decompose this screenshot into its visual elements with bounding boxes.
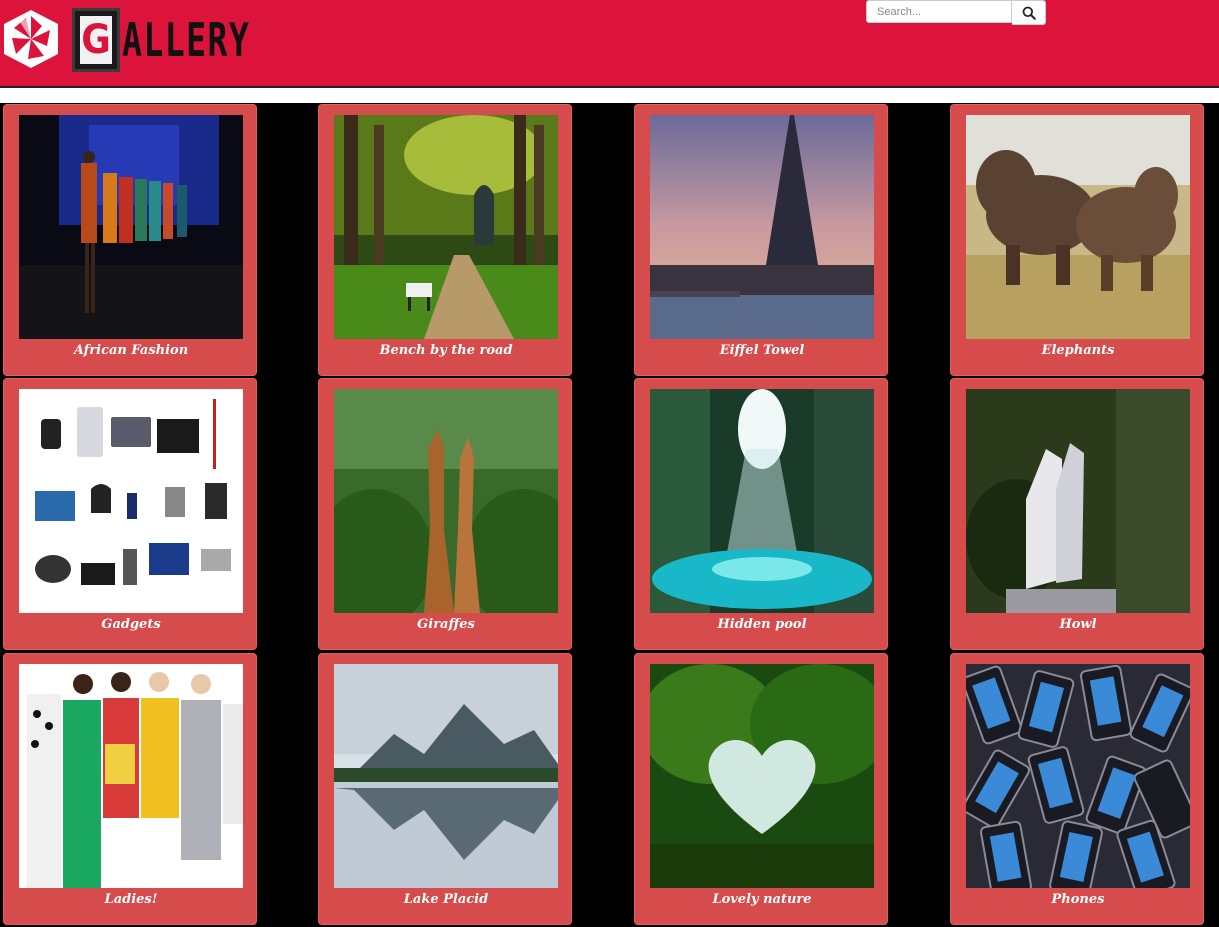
image-caption: Bench by the road	[379, 343, 513, 358]
thumbnail-image[interactable]	[334, 664, 558, 888]
logo-frame: G	[72, 8, 120, 72]
image-caption: Elephants	[1041, 343, 1115, 358]
gallery-card[interactable]: African Fashion	[3, 104, 257, 376]
image-caption: Gadgets	[101, 617, 161, 632]
gallery-card[interactable]: Bench by the road	[318, 104, 572, 376]
logo-letter: G	[80, 16, 112, 64]
image-caption: Phones	[1051, 892, 1105, 907]
image-caption: African Fashion	[73, 343, 189, 358]
image-caption: Ladies!	[104, 892, 158, 907]
gallery-grid: African Fashion Bench by the road Eiffel…	[0, 103, 1219, 927]
gallery-card[interactable]: Lovely nature	[634, 653, 888, 925]
camera-shutter-logo-icon[interactable]	[0, 8, 62, 70]
search-icon	[1022, 6, 1036, 20]
gallery-card[interactable]: Phones	[950, 653, 1204, 925]
gallery-card[interactable]: Elephants	[950, 104, 1204, 376]
image-caption: Eiffel Towel	[719, 343, 805, 358]
thumbnail-image[interactable]	[966, 389, 1190, 613]
search-input[interactable]	[866, 0, 1012, 23]
thumbnail-image[interactable]	[650, 115, 874, 339]
image-caption: Hidden pool	[717, 617, 807, 632]
gallery-card[interactable]: Howl	[950, 378, 1204, 650]
gallery-card[interactable]: Giraffes	[318, 378, 572, 650]
gallery-card[interactable]: Eiffel Towel	[634, 104, 888, 376]
search-button[interactable]	[1012, 0, 1046, 25]
gallery-card[interactable]: Ladies!	[3, 653, 257, 925]
logo-wordmark: ALLERY	[122, 13, 251, 67]
image-caption: Lovely nature	[712, 892, 812, 907]
thumbnail-image[interactable]	[334, 115, 558, 339]
header-bar: G ALLERY	[0, 0, 1219, 86]
image-caption: Lake Placid	[403, 892, 489, 907]
gallery-card[interactable]: Lake Placid	[318, 653, 572, 925]
gallery-card[interactable]: Gadgets	[3, 378, 257, 650]
image-caption: Giraffes	[417, 617, 475, 632]
thumbnail-image[interactable]	[19, 389, 243, 613]
header-divider	[0, 86, 1219, 88]
gallery-logo[interactable]: G ALLERY	[72, 6, 300, 74]
thumbnail-image[interactable]	[966, 664, 1190, 888]
thumbnail-image[interactable]	[334, 389, 558, 613]
image-caption: Howl	[1059, 617, 1097, 632]
thumbnail-image[interactable]	[650, 664, 874, 888]
thumbnail-image[interactable]	[19, 664, 243, 888]
thumbnail-image[interactable]	[19, 115, 243, 339]
thumbnail-image[interactable]	[966, 115, 1190, 339]
search-form	[866, 0, 1046, 25]
gallery-card[interactable]: Hidden pool	[634, 378, 888, 650]
thumbnail-image[interactable]	[650, 389, 874, 613]
